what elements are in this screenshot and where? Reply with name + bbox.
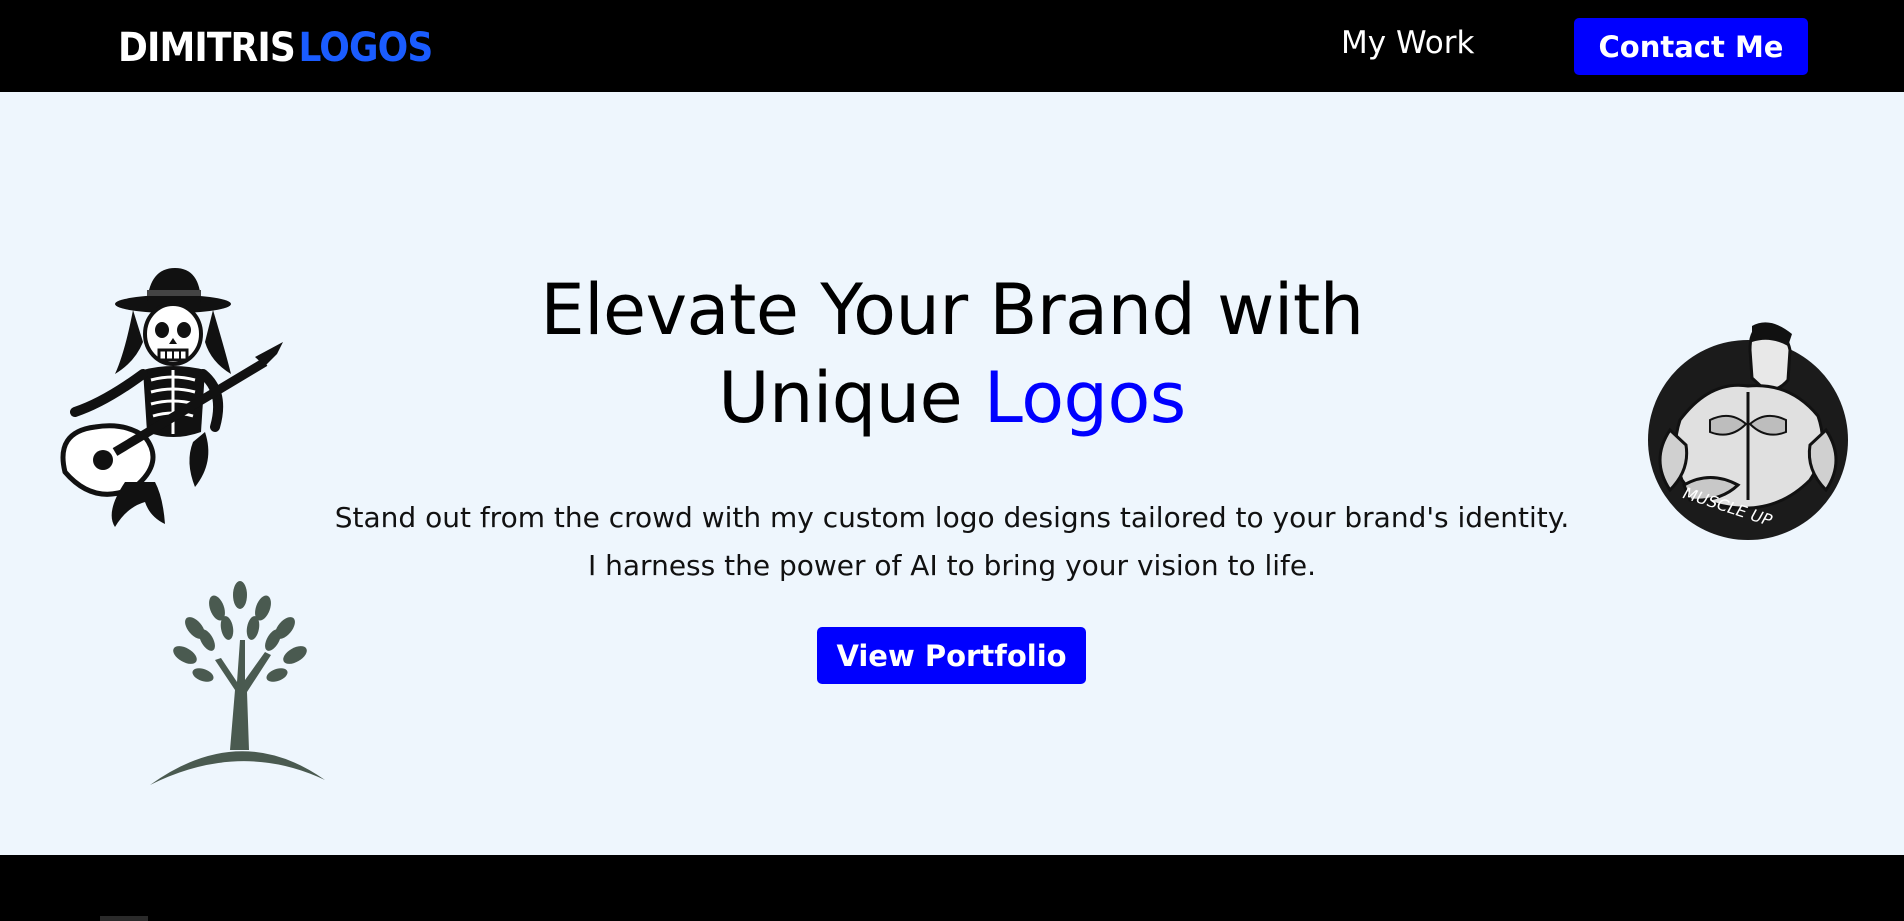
footer-element bbox=[100, 916, 148, 921]
nav-link-my-work[interactable]: My Work bbox=[1341, 25, 1474, 61]
skeleton-guitarist-illustration bbox=[60, 268, 283, 527]
hero-title-line2-plain: Unique bbox=[718, 357, 963, 439]
hero-title: Elevate Your Brand with Unique Logos bbox=[340, 266, 1564, 442]
footer bbox=[0, 855, 1904, 921]
tree-illustration bbox=[150, 581, 325, 785]
top-navbar: DIMITRIS LOGOS My Work Contact Me bbox=[0, 0, 1904, 92]
hero-title-accent: Logos bbox=[983, 357, 1186, 439]
contact-me-button[interactable]: Contact Me bbox=[1574, 18, 1808, 75]
logo-text-logos: LOGOS bbox=[298, 25, 434, 71]
site-logo[interactable]: DIMITRIS LOGOS bbox=[118, 24, 434, 72]
hero-subtitle-line1: Stand out from the crowd with my custom … bbox=[334, 501, 1570, 534]
view-portfolio-button[interactable]: View Portfolio bbox=[817, 627, 1086, 684]
logo-text-dimitris: DIMITRIS bbox=[118, 25, 296, 71]
hero-subtitle-line2: I harness the power of AI to bring your … bbox=[587, 549, 1317, 582]
hero-title-line1: Elevate Your Brand with bbox=[540, 269, 1364, 351]
hero-subtitle: Stand out from the crowd with my custom … bbox=[210, 494, 1694, 590]
